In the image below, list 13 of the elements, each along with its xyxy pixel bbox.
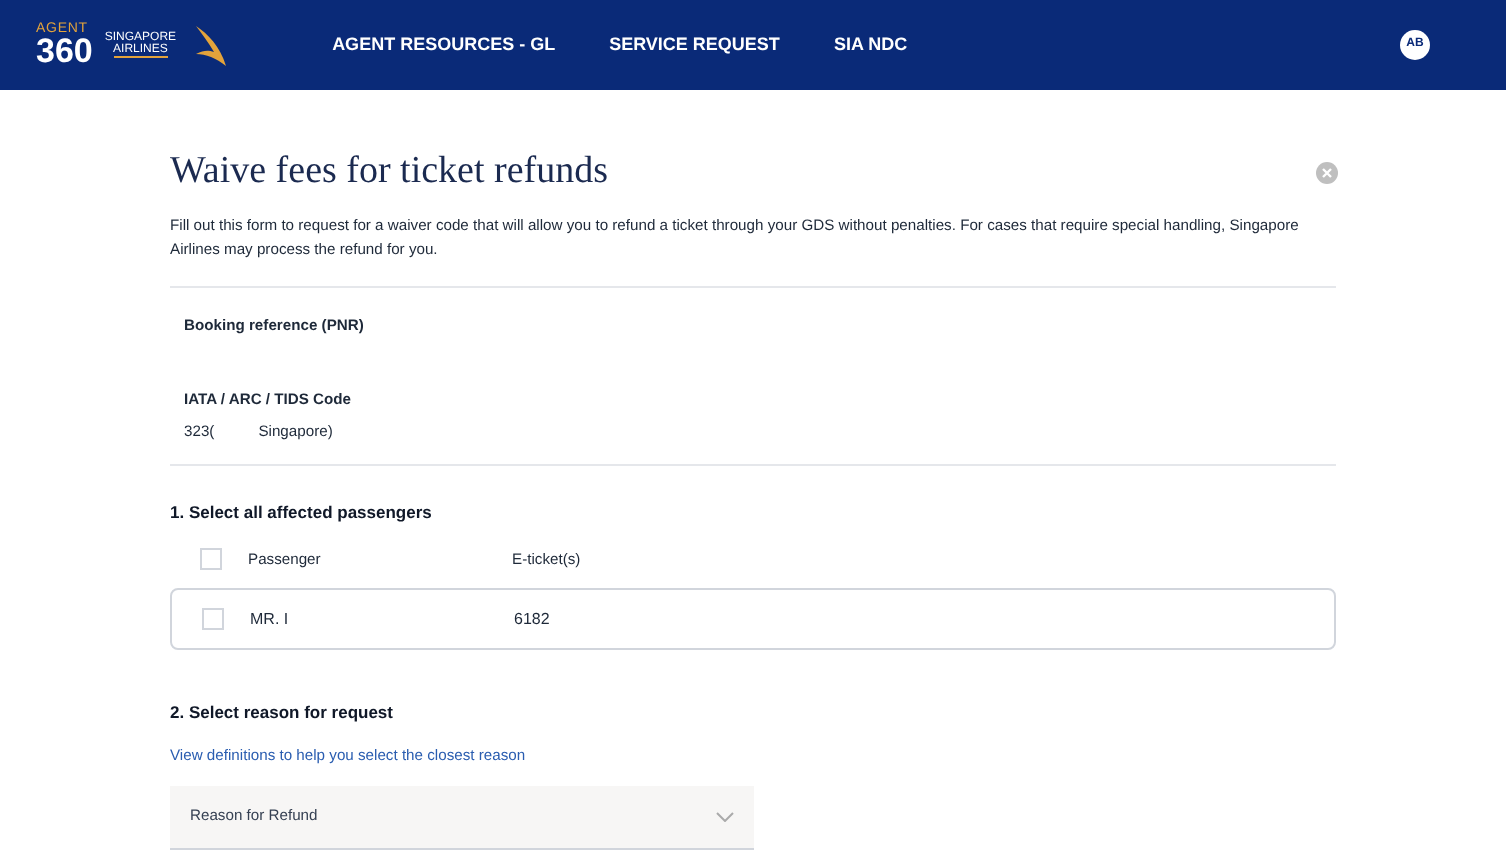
- close-icon[interactable]: [1316, 161, 1338, 184]
- section-heading: 1. Select all affected passengers: [170, 499, 434, 525]
- page-title: Waive fees for ticket refunds: [170, 148, 608, 196]
- nav-link[interactable]: SERVICE REQUEST: [609, 31, 780, 59]
- nav-link[interactable]: AGENT RESOURCES - GL: [332, 31, 556, 59]
- checkbox[interactable]: [202, 608, 224, 631]
- chevron-down-icon: [716, 811, 734, 822]
- checkbox[interactable]: [200, 547, 222, 570]
- logo-number: 360: [36, 34, 93, 68]
- ticket-number: 6182: [514, 607, 550, 632]
- section-heading: 2. Select reason for request: [170, 700, 395, 727]
- passenger-name: MR. I: [250, 607, 291, 632]
- nav-link[interactable]: SIA NDC: [833, 31, 908, 59]
